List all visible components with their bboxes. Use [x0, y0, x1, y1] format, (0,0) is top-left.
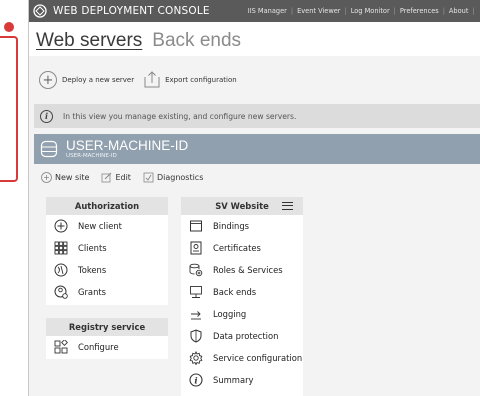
menu-log-monitor[interactable]: Log Monitor: [347, 7, 394, 15]
tab-web-servers[interactable]: Web servers: [36, 30, 142, 52]
data-protection-label: Data protection: [213, 331, 279, 341]
registry-service-panel: Registry service Configure: [46, 318, 168, 359]
export-configuration-button[interactable]: Export configuration: [144, 70, 237, 90]
grants-item[interactable]: Grants: [46, 281, 168, 303]
clients-label: Clients: [78, 243, 107, 253]
new-client-label: New client: [78, 221, 122, 231]
menu-event-viewer[interactable]: Event Viewer: [293, 7, 344, 15]
top-menu: IIS Manager | Event Viewer | Log Monitor…: [244, 7, 475, 15]
tokens-item[interactable]: Tokens: [46, 259, 168, 281]
backend-icon: [189, 285, 203, 299]
edit-label: Edit: [115, 172, 131, 182]
service-configuration-label: Service configuration: [213, 353, 303, 363]
machine-header[interactable]: USER-MACHINE-ID USER-MACHINE-ID: [34, 134, 480, 164]
summary-item[interactable]: i Summary: [181, 369, 303, 391]
svg-text:i: i: [194, 376, 197, 386]
clients-grid-icon: [54, 241, 68, 255]
logging-item[interactable]: Logging: [181, 303, 303, 325]
annotation-marker: [4, 22, 14, 32]
export-configuration-label: Export configuration: [165, 76, 237, 84]
token-icon: [54, 263, 68, 277]
configure-item[interactable]: Configure: [46, 336, 168, 358]
machine-subtitle: USER-MACHINE-ID: [66, 152, 117, 159]
edit-icon: [101, 172, 112, 183]
plus-circle-icon: [54, 219, 68, 233]
back-ends-label: Back ends: [213, 287, 257, 297]
machine-name: USER-MACHINE-ID: [66, 137, 189, 153]
menu-separator: |: [472, 7, 475, 15]
configure-icon: [54, 340, 68, 354]
shield-icon: [189, 329, 203, 343]
sv-website-panel: SV Website Bindings Certificates Roles &…: [181, 197, 303, 396]
menu-preferences[interactable]: Preferences: [396, 7, 443, 15]
data-protection-item[interactable]: Data protection: [181, 325, 303, 347]
roles-services-item[interactable]: Roles & Services: [181, 259, 303, 281]
main-tabs: Web servers Back ends: [29, 22, 480, 56]
hamburger-menu-icon[interactable]: [282, 202, 293, 210]
certificate-icon: [189, 241, 203, 255]
authorization-title: Authorization: [46, 197, 168, 215]
diagnostics-icon: [143, 172, 154, 183]
info-icon: i: [40, 109, 53, 123]
registry-service-title: Registry service: [46, 318, 168, 336]
roles-services-label: Roles & Services: [213, 265, 283, 275]
left-margin: [0, 0, 28, 396]
sv-website-title: SV Website: [181, 197, 303, 215]
plus-circle-icon: +: [39, 71, 57, 89]
toolbar: + Deploy a new server Export configurati…: [29, 56, 480, 104]
deploy-server-button[interactable]: + Deploy a new server: [39, 71, 134, 89]
diagnostics-button[interactable]: Diagnostics: [143, 172, 203, 183]
annotation-bracket: [0, 36, 18, 182]
info-banner: i In this view you manage existing, and …: [34, 104, 480, 128]
certificates-item[interactable]: Certificates: [181, 237, 303, 259]
tokens-label: Tokens: [78, 265, 107, 275]
deploy-server-label: Deploy a new server: [62, 76, 135, 84]
certificates-label: Certificates: [213, 243, 261, 253]
bindings-label: Bindings: [213, 221, 250, 231]
gear-icon: [189, 351, 203, 365]
clients-item[interactable]: Clients: [46, 237, 168, 259]
plus-circle-icon: +: [41, 171, 52, 183]
grants-icon: [54, 285, 68, 299]
sv-website-title-label: SV Website: [215, 201, 269, 211]
window-title: WEB DEPLOYMENT CONSOLE: [53, 5, 210, 17]
export-icon: [144, 70, 160, 90]
title-bar: WEB DEPLOYMENT CONSOLE IIS Manager | Eve…: [29, 0, 480, 22]
service-configuration-item[interactable]: Service configuration: [181, 347, 303, 369]
new-site-button[interactable]: + New site: [41, 171, 90, 183]
menu-iis-manager[interactable]: IIS Manager: [244, 7, 291, 15]
back-ends-item[interactable]: Back ends: [181, 281, 303, 303]
info-text: In this view you manage existing, and co…: [63, 111, 297, 121]
roles-icon: [189, 263, 203, 277]
machine-actions: + New site Edit Diagnostics: [29, 164, 480, 190]
logging-label: Logging: [213, 309, 247, 319]
menu-about[interactable]: About: [445, 7, 473, 15]
grants-label: Grants: [78, 287, 107, 297]
bindings-item[interactable]: Bindings: [181, 215, 303, 237]
app-window: WEB DEPLOYMENT CONSOLE IIS Manager | Eve…: [28, 0, 480, 396]
diagnostics-label: Diagnostics: [156, 172, 204, 182]
summary-label: Summary: [213, 375, 254, 385]
info-icon: i: [189, 373, 203, 387]
logging-icon: [189, 307, 203, 321]
configure-label: Configure: [78, 342, 119, 352]
new-client-item[interactable]: New client: [46, 215, 168, 237]
bindings-icon: [189, 219, 203, 233]
tab-back-ends[interactable]: Back ends: [152, 30, 241, 52]
server-icon: [40, 140, 58, 158]
app-logo-icon: [33, 4, 47, 18]
edit-button[interactable]: Edit: [101, 172, 131, 183]
new-site-label: New site: [55, 172, 90, 182]
authorization-panel: Authorization New client Clients Tokens …: [46, 197, 168, 305]
